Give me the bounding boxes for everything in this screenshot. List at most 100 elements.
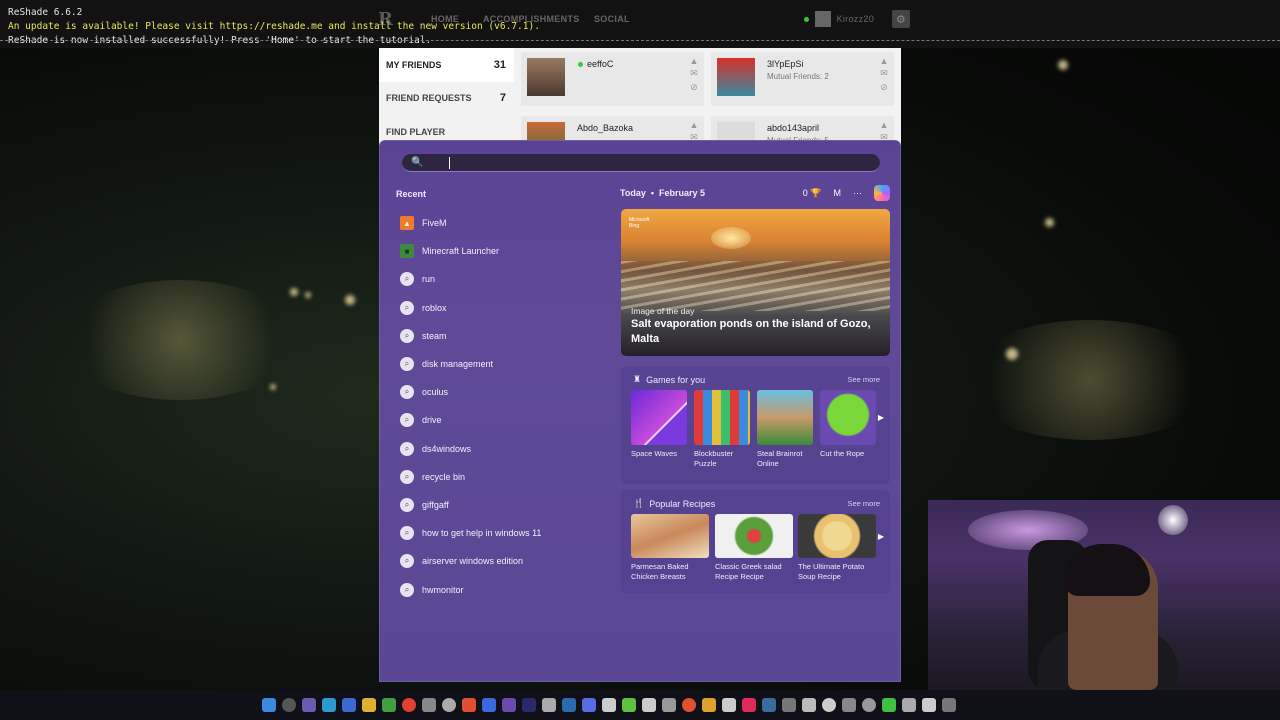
menu-friend-requests[interactable]: FRIEND REQUESTS 7 [379, 82, 514, 116]
start-button-icon[interactable] [262, 698, 276, 712]
app-icon[interactable] [422, 698, 436, 712]
username: Kirozz20 [836, 14, 874, 24]
copilot-icon[interactable] [302, 698, 316, 712]
lamp-light [1158, 505, 1188, 535]
premiere-icon[interactable] [522, 698, 536, 712]
recent-item[interactable]: ⌕ airserver windows edition [400, 547, 610, 575]
steam-icon[interactable] [762, 698, 776, 712]
recent-item[interactable]: ⌕ disk management [400, 350, 610, 378]
account-button[interactable]: M [834, 188, 842, 198]
user-profile[interactable]: Kirozz20 ⚙ [803, 10, 910, 28]
recent-item-fivem[interactable]: ▲ FiveM [400, 209, 610, 237]
app-icon[interactable] [822, 698, 836, 712]
nav-social[interactable]: SOCIAL [594, 14, 630, 24]
recipes-see-more-link[interactable]: See more [847, 499, 880, 508]
recent-item[interactable]: ⌕ how to get help in windows 11 [400, 519, 610, 547]
search-icon[interactable] [282, 698, 296, 712]
recent-item-label: ds4windows [422, 443, 472, 454]
friend-name: Abdo_Bazoka [577, 123, 634, 133]
app-icon[interactable] [842, 698, 856, 712]
hero-label: Image of the day [631, 306, 695, 316]
friend-card[interactable]: eeffoC ▲ ✉ ⊘ [521, 52, 704, 106]
game-tile[interactable]: Space Waves [631, 390, 693, 459]
more-options-icon[interactable]: ··· [853, 188, 862, 198]
app-icon[interactable] [702, 698, 716, 712]
recent-heading: Recent [396, 189, 427, 199]
games-see-more-link[interactable]: See more [847, 375, 880, 384]
light-dot [305, 292, 311, 298]
recent-item[interactable]: ⌕ run [400, 265, 610, 293]
app-icon[interactable] [442, 698, 456, 712]
person-hair [1064, 544, 1150, 596]
app-icon[interactable] [722, 698, 736, 712]
app-icon[interactable] [382, 698, 396, 712]
block-icon[interactable]: ⊘ [689, 82, 699, 92]
app-icon[interactable] [922, 698, 936, 712]
recent-item[interactable]: ⌕ giffgaff [400, 491, 610, 519]
chrome-icon[interactable] [402, 698, 416, 712]
recent-item[interactable]: ⌕ roblox [400, 294, 610, 322]
message-icon[interactable]: ▲ [879, 120, 889, 130]
app-icon[interactable] [602, 698, 616, 712]
copilot-icon[interactable] [874, 185, 890, 201]
app-icon[interactable] [682, 698, 696, 712]
light-dot [345, 295, 355, 305]
discord-icon[interactable] [582, 698, 596, 712]
app-icon[interactable] [622, 698, 636, 712]
recent-item[interactable]: ⌕ steam [400, 322, 610, 350]
app-icon[interactable] [902, 698, 916, 712]
recent-item[interactable]: ⌕ hwmonitor [400, 575, 610, 603]
brave-icon[interactable] [462, 698, 476, 712]
gear-icon[interactable]: ⚙ [892, 10, 910, 28]
recent-item[interactable]: ⌕ drive [400, 406, 610, 434]
recipe-tile[interactable]: Classic Greek salad Recipe Recipe [715, 514, 795, 582]
recent-item-label: FiveM [422, 218, 447, 229]
recipe-tile[interactable]: Parmesan Baked Chicken Breasts [631, 514, 711, 582]
nav-home[interactable]: HOME [431, 14, 459, 24]
recipe-tile[interactable]: The Ultimate Potato Soup Recipe [798, 514, 878, 582]
block-icon[interactable]: ⊘ [879, 82, 889, 92]
app-icon[interactable] [862, 698, 876, 712]
avatar[interactable] [814, 11, 831, 27]
mail-icon[interactable]: ✉ [879, 68, 889, 78]
game-tile[interactable]: Steal Brainrot Online [757, 390, 819, 469]
app-icon[interactable] [482, 698, 496, 712]
friend-card[interactable]: 3lYpEpSi Mutual Friends: 2 ▲ ✉ ⊘ [711, 52, 894, 106]
recent-item[interactable]: ⌕ ds4windows [400, 435, 610, 463]
message-icon[interactable]: ▲ [689, 120, 699, 130]
app-icon[interactable] [502, 698, 516, 712]
recent-item[interactable]: ⌕ recycle bin [400, 463, 610, 491]
search-input[interactable] [426, 156, 866, 170]
recent-item-label: Minecraft Launcher [422, 246, 500, 257]
app-icon[interactable] [662, 698, 676, 712]
app-icon[interactable] [942, 698, 956, 712]
app-icon[interactable] [782, 698, 796, 712]
recent-item[interactable]: ⌕ oculus [400, 378, 610, 406]
chevron-right-icon[interactable]: ▶ [876, 411, 886, 425]
app-icon[interactable] [802, 698, 816, 712]
app-icon[interactable] [342, 698, 356, 712]
game-tile[interactable]: Blockbuster Puzzle [694, 390, 756, 469]
game-tile[interactable]: Cut the Rope [820, 390, 882, 459]
chevron-right-icon[interactable]: ▶ [876, 530, 886, 544]
friend-name: 3lYpEpSi [767, 59, 804, 69]
mail-icon[interactable]: ✉ [689, 68, 699, 78]
message-icon[interactable]: ▲ [689, 56, 699, 66]
sun-glow [711, 227, 751, 249]
recent-item-minecraft[interactable]: ■ Minecraft Launcher [400, 237, 610, 265]
nvidia-icon[interactable] [882, 698, 896, 712]
tiktok-icon[interactable] [742, 698, 756, 712]
app-icon[interactable] [562, 698, 576, 712]
edge-icon[interactable] [322, 698, 336, 712]
menu-my-friends[interactable]: MY FRIENDS 31 [379, 48, 514, 82]
message-icon[interactable]: ▲ [879, 56, 889, 66]
nav-accomplishments[interactable]: ACCOMPLISHMENTS [483, 14, 580, 24]
light-glow [60, 280, 300, 400]
search-box[interactable]: 🔍 [402, 154, 880, 172]
rewards-button[interactable]: 0 🏆 [803, 188, 822, 199]
app-icon[interactable] [542, 698, 556, 712]
file-explorer-icon[interactable] [362, 698, 376, 712]
recent-item-label: steam [422, 330, 447, 341]
app-icon[interactable] [642, 698, 656, 712]
image-of-the-day-card[interactable]: Microsoft Bing Image of the day Salt eva… [621, 209, 890, 356]
